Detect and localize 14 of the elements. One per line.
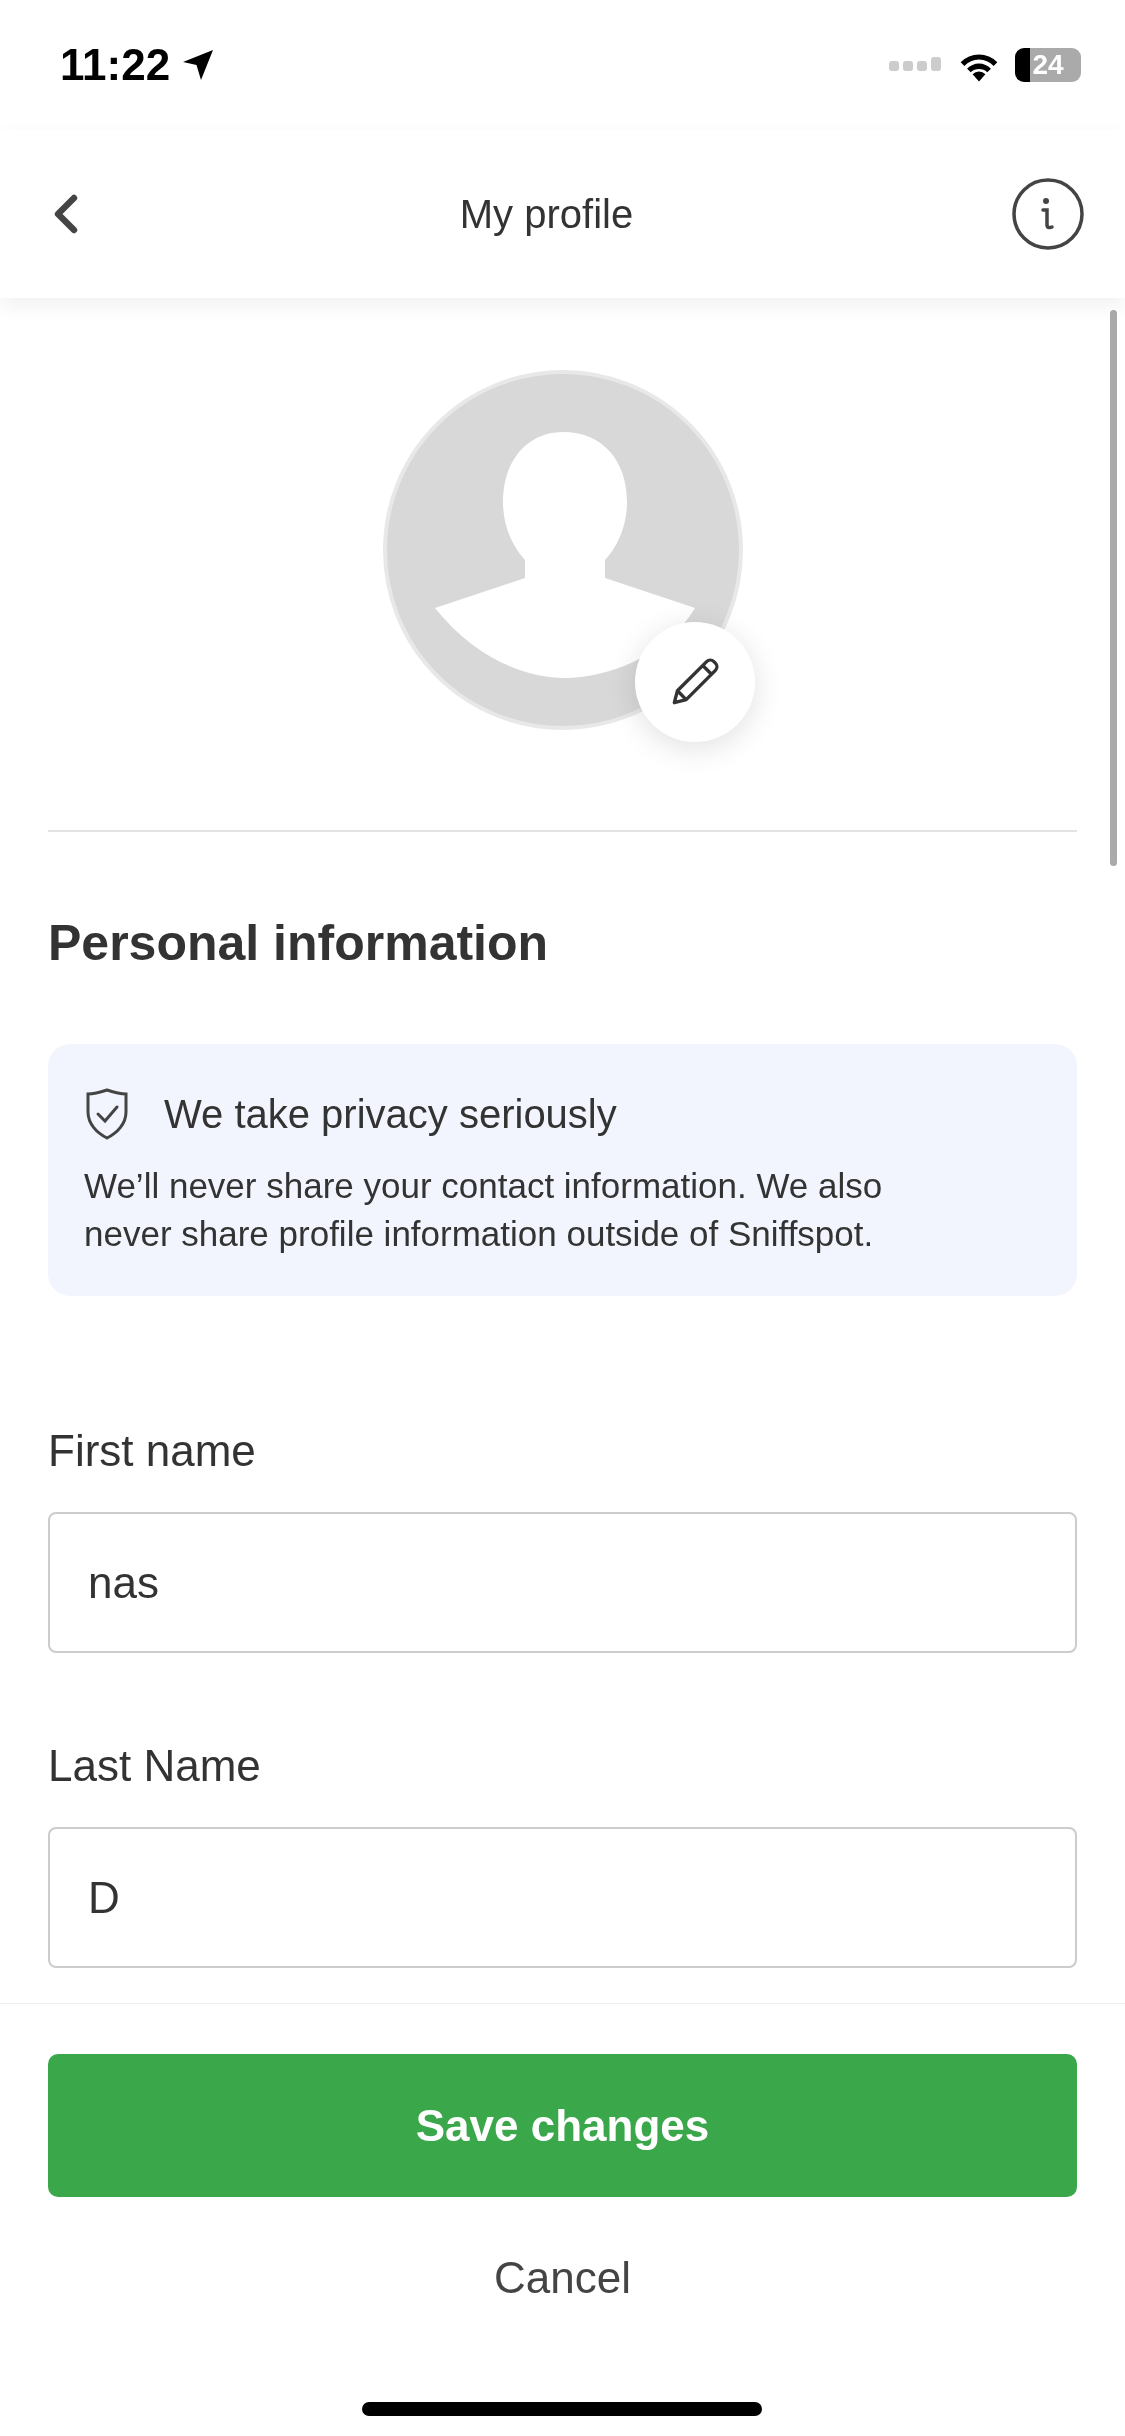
- page-title: My profile: [459, 191, 634, 237]
- section-heading: Personal information: [48, 914, 550, 972]
- privacy-text: We’ll never share your contact information. We also never share profile information outside of Sniffspot.: [84, 1165, 884, 1255]
- input-field[interactable]: D: [48, 1827, 1077, 1968]
- status-time: 11:22: [60, 40, 171, 90]
- field-label: Last Name: [48, 1741, 262, 1791]
- input-field[interactable]: nas: [48, 1512, 1077, 1653]
- field-label: First name: [48, 1426, 257, 1476]
- shield-check-icon: [84, 1088, 130, 1140]
- avatar-placeholder-icon: [382, 370, 743, 730]
- cancel-button[interactable]: Cancel: [464, 2233, 661, 2323]
- info-button[interactable]: [1011, 177, 1085, 251]
- battery-indicator: 24: [1015, 48, 1081, 82]
- privacy-title: We take privacy seriously: [164, 1091, 617, 1137]
